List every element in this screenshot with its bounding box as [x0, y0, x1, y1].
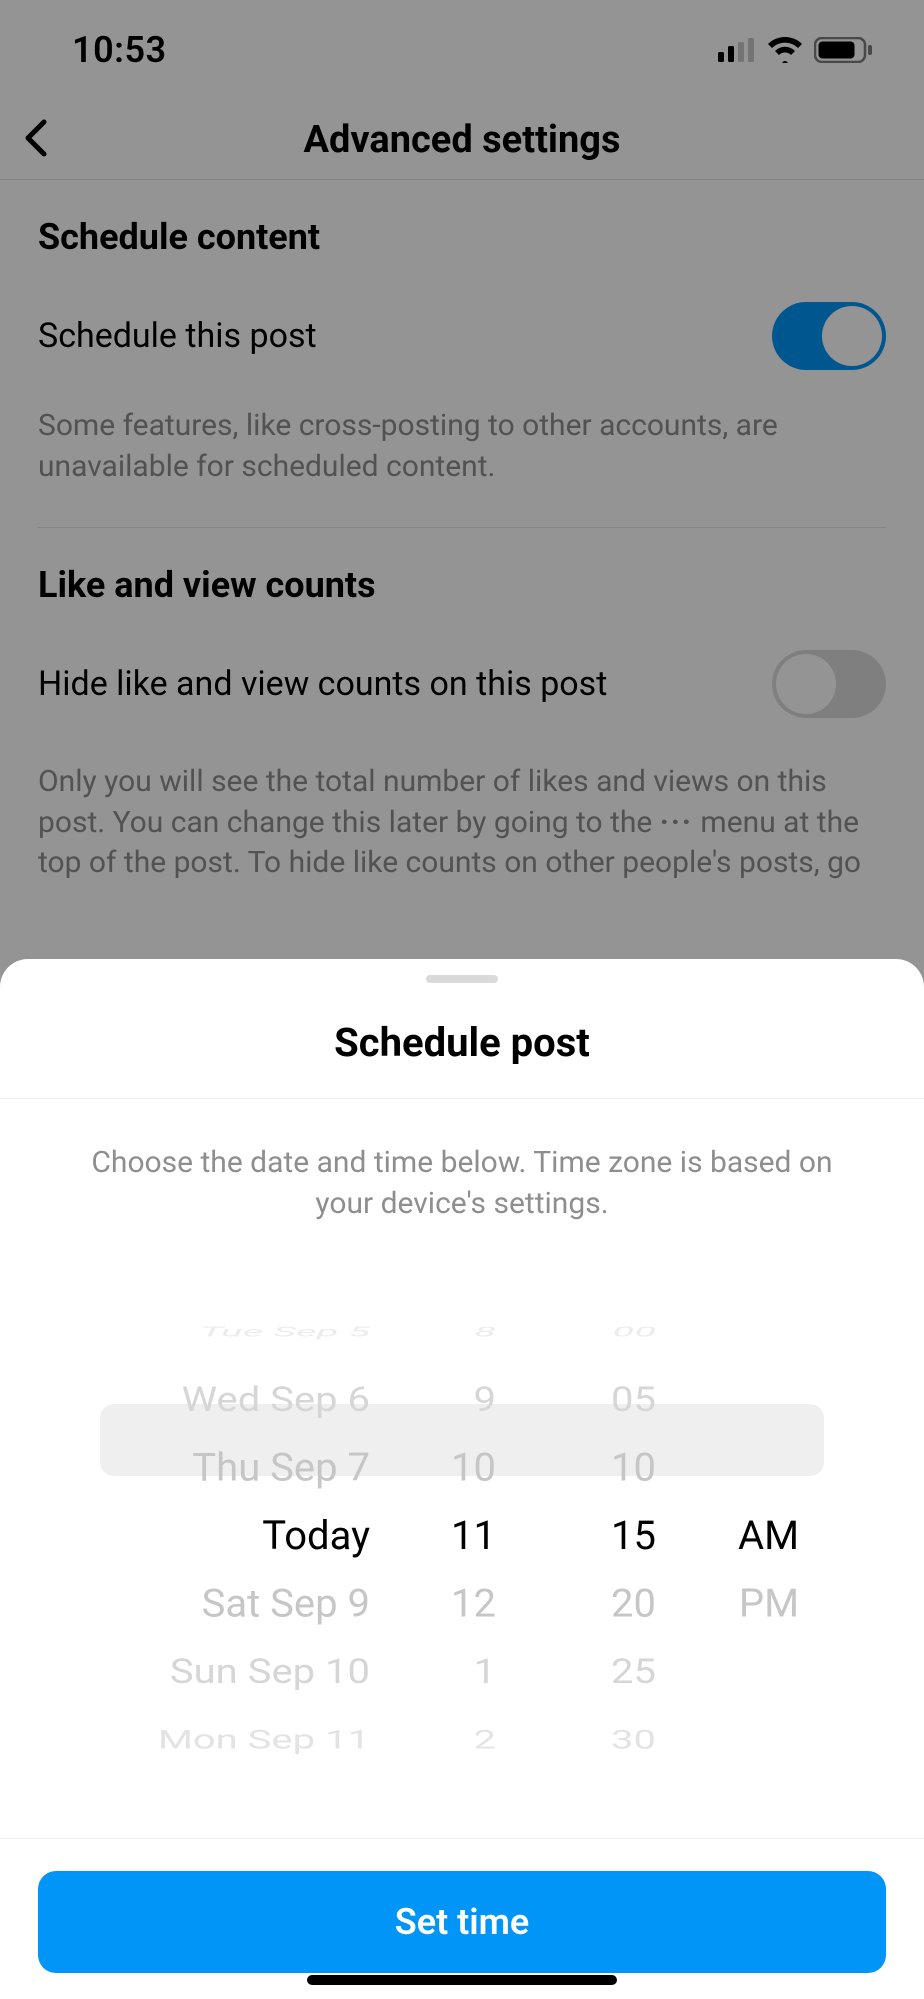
picker-minute-column[interactable]: 00 05 10 15 20 25 30 [520, 1234, 680, 1838]
home-indicator[interactable] [307, 1975, 617, 1985]
sheet-desc: Choose the date and time below. Time zon… [0, 1099, 924, 1224]
picker-hour-column[interactable]: 8 9 10 11 12 1 2 [380, 1234, 520, 1838]
picker-date-column[interactable]: Tue Sep 5 Wed Sep 6 Thu Sep 7 Today Sat … [100, 1234, 380, 1838]
picker-ampm-column[interactable]: . . . AM PM . . [680, 1234, 824, 1838]
schedule-post-sheet: Schedule post Choose the date and time b… [0, 959, 924, 1999]
datetime-picker: Tue Sep 5 Wed Sep 6 Thu Sep 7 Today Sat … [0, 1234, 924, 1838]
set-time-button[interactable]: Set time [38, 1871, 886, 1973]
sheet-grabber[interactable] [426, 975, 498, 983]
sheet-title: Schedule post [0, 1019, 924, 1099]
